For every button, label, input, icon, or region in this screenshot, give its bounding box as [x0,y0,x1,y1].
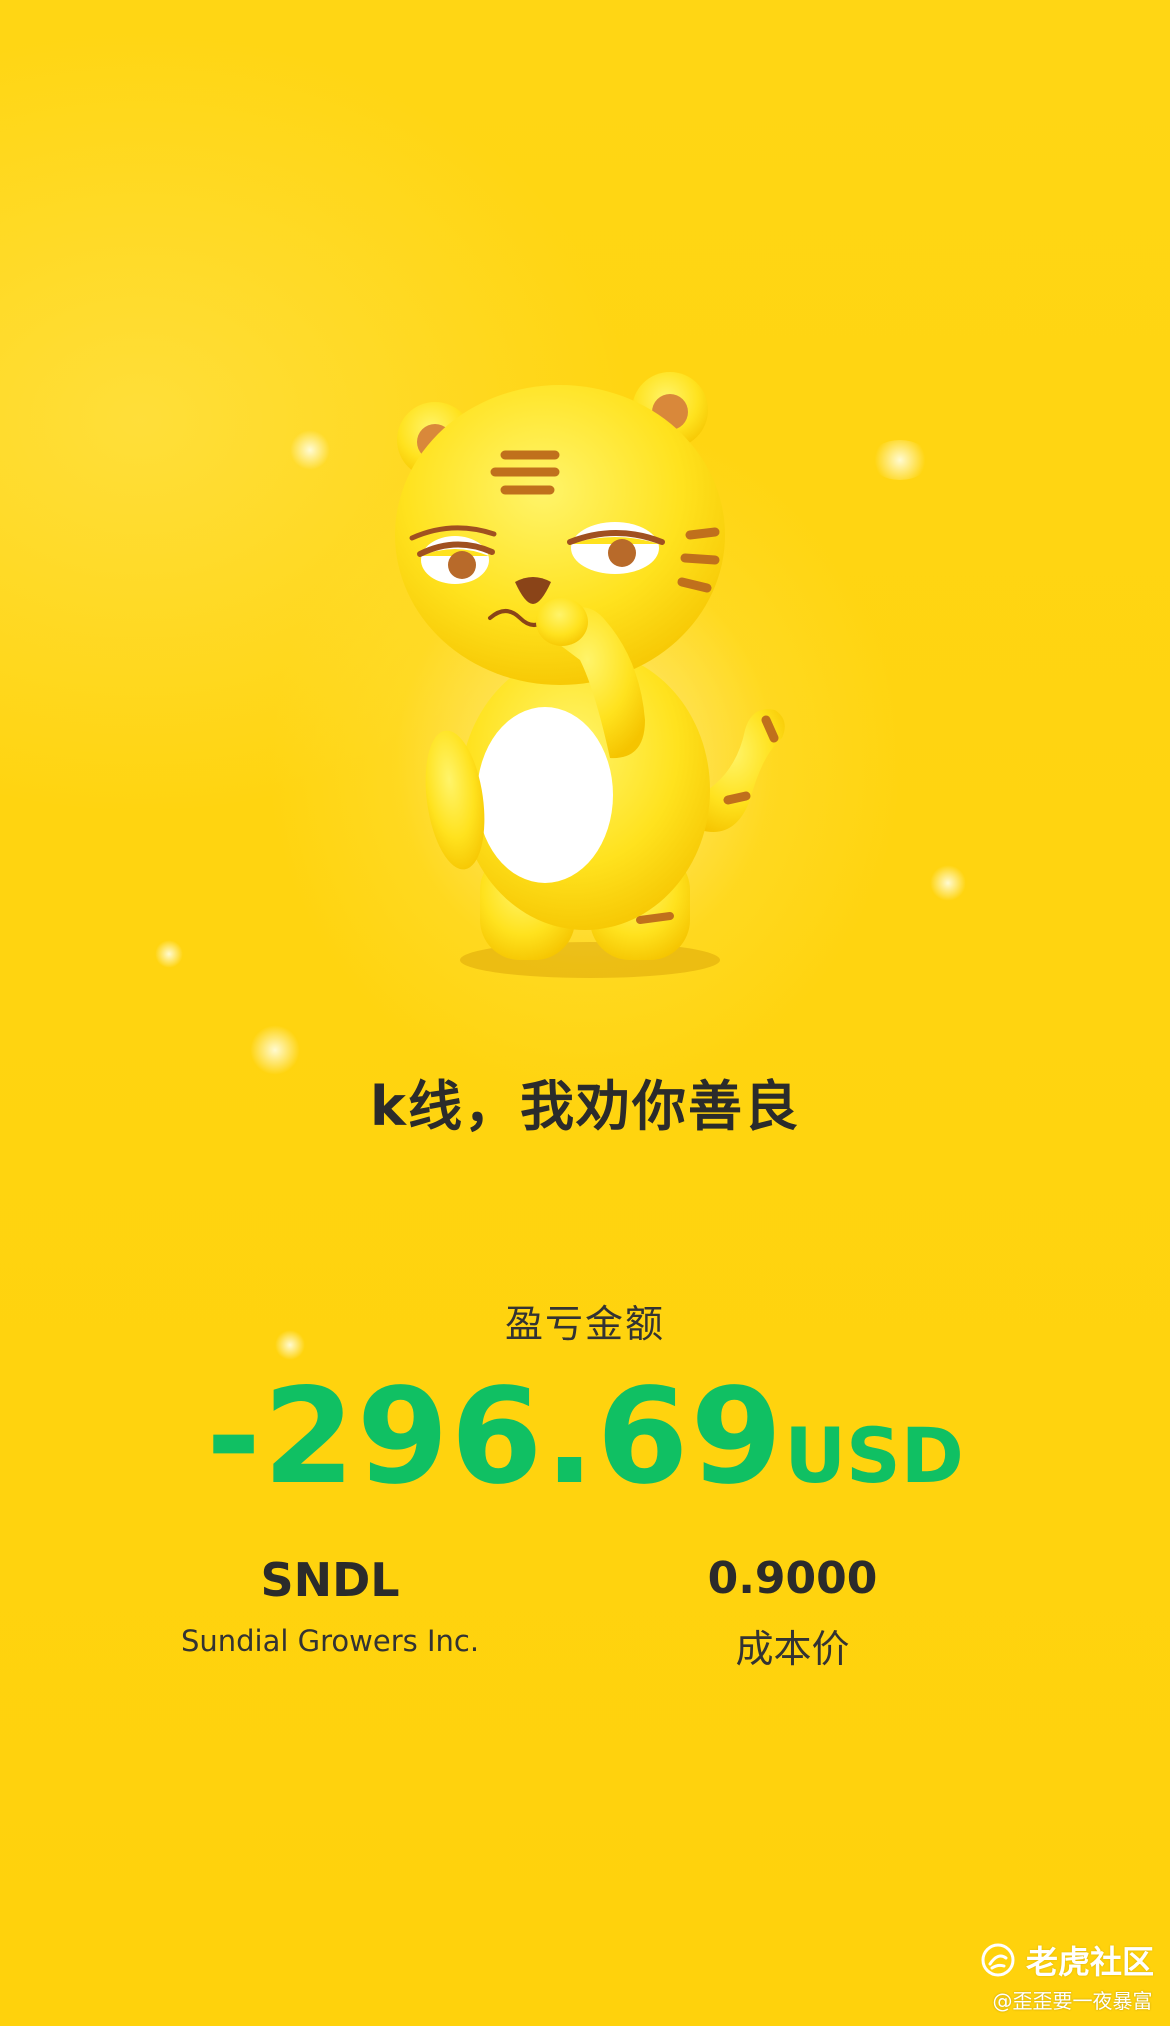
company-name: Sundial Growers Inc. [180,1624,480,1658]
pnl-amount: -296.69 [206,1360,785,1514]
slogan-text: k线，我劝你善良 [370,1075,800,1138]
sparkle-decoration [870,440,930,480]
pnl-currency: USD [784,1411,964,1500]
user-watermark: @歪歪要一夜暴富 [992,1989,1153,2013]
cost-price-label: 成本价 [735,1627,850,1671]
pnl-label: 盈亏金额 [504,1302,665,1346]
tiger-mascot-icon [395,372,785,978]
sparkle-decoration [930,865,966,901]
pnl-value: -296.69USD [0,1360,1170,1514]
cost-price-value: 0.9000 [707,1553,878,1604]
sparkle-decoration [290,430,330,470]
background [0,0,1170,2026]
brand-mark: 老虎社区 [980,1935,1170,1985]
tiger-community-logo-icon [981,1943,1015,1977]
brand-name: 老虎社区 [1026,1943,1155,1981]
sparkle-decoration [155,940,183,968]
stock-ticker: SNDL [260,1553,400,1607]
